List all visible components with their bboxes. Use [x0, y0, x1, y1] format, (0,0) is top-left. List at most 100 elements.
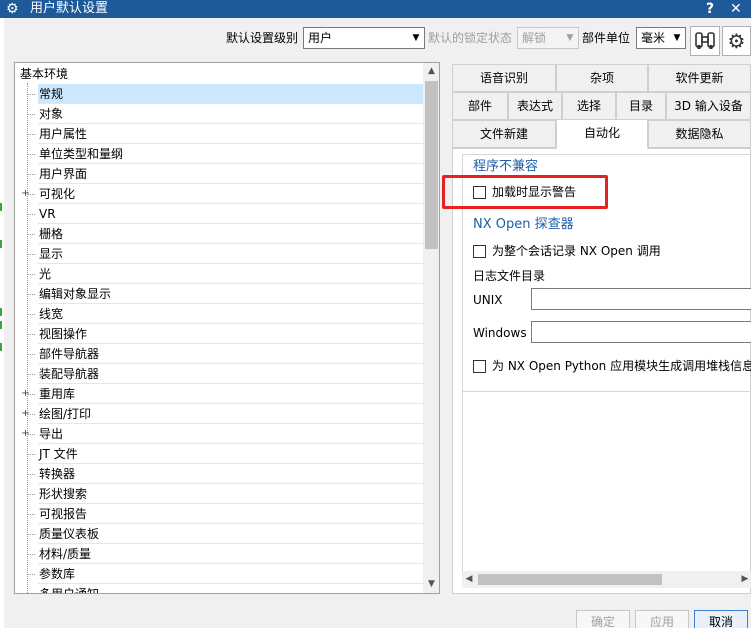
tree-item[interactable]: 用户界面 — [15, 164, 423, 184]
tree-item[interactable]: 质量仪表板 — [15, 524, 423, 544]
tree-connector — [27, 494, 35, 495]
gear-icon: ⚙ — [6, 1, 19, 17]
tab-data-privacy[interactable]: 数据隐私 — [648, 120, 751, 148]
tree-item-label: 材料/质量 — [39, 547, 92, 561]
tree-item-label: 部件导航器 — [39, 347, 100, 361]
tree-item-label: 常规 — [38, 84, 424, 103]
help-icon[interactable]: ? — [706, 0, 714, 18]
tree-item[interactable]: 栅格 — [15, 224, 423, 244]
unit-label: 部件单位 — [582, 31, 631, 45]
tree-item[interactable]: 可视报告 — [15, 504, 423, 524]
section-title-nx-open: NX Open 探查器 — [473, 217, 574, 232]
section-title-incompatibility: 程序不兼容 — [473, 159, 539, 174]
chevron-down-icon: ▼ — [412, 33, 420, 43]
tree-item[interactable]: 视图操作 — [15, 324, 423, 344]
cancel-button[interactable]: 取消 — [694, 610, 748, 628]
tree-item[interactable]: + 可视化 — [15, 184, 423, 204]
unix-path-input[interactable] — [531, 288, 751, 310]
tree-connector — [27, 154, 35, 155]
tree-root[interactable]: 基本环境 — [15, 64, 423, 84]
ok-button[interactable]: 确定 — [576, 610, 630, 628]
tree-item[interactable]: 多用户通知 — [15, 584, 423, 594]
tree-item[interactable]: + 绘图/打印 — [15, 404, 423, 424]
check-mark-icon — [0, 343, 4, 351]
tree-connector — [27, 294, 35, 295]
tab-selection[interactable]: 选择 — [562, 92, 616, 120]
tree-item-label: 参数库 — [39, 567, 76, 581]
tree-item-label: 多用户通知 — [39, 587, 100, 594]
tree-connector — [27, 414, 35, 415]
tree-item[interactable]: 编辑对象显示 — [15, 284, 423, 304]
unit-value: 毫米 — [641, 31, 666, 45]
tab-3d-input[interactable]: 3D 输入设备 — [666, 92, 751, 120]
close-icon[interactable]: ✕ — [730, 0, 742, 18]
tree-item-label: 可视化 — [39, 187, 76, 201]
automation-panel: 程序不兼容 加载时显示警告 NX Open 探查器 为整个会话记录 NX Ope… — [452, 148, 751, 594]
binoculars-icon — [695, 32, 715, 49]
unit-select[interactable]: 毫米 ▼ — [636, 27, 686, 49]
scroll-right-icon[interactable]: ▶ — [738, 571, 751, 588]
tab-part[interactable]: 部件 — [452, 92, 508, 120]
tree-item[interactable]: 形状搜索 — [15, 484, 423, 504]
tab-directory[interactable]: 目录 — [616, 92, 666, 120]
settings-scroll-area: 程序不兼容 加载时显示警告 NX Open 探查器 为整个会话记录 NX Ope… — [462, 154, 751, 574]
tree-connector — [27, 554, 35, 555]
tree-item-label: 线宽 — [39, 307, 64, 321]
tab-software-update[interactable]: 软件更新 — [648, 64, 751, 92]
scroll-thumb[interactable] — [425, 81, 438, 249]
tree-item[interactable]: 线宽 — [15, 304, 423, 324]
windows-path-input[interactable] — [531, 321, 751, 343]
tree-item[interactable]: + 导出 — [15, 424, 423, 444]
title-bar: ⚙ 用户默认设置 ? ✕ — [0, 0, 751, 18]
check-mark-icon — [0, 203, 4, 211]
tree-item[interactable]: 对象 — [15, 104, 423, 124]
scroll-left-icon[interactable]: ◀ — [462, 571, 476, 588]
tab-speech[interactable]: 语音识别 — [452, 64, 556, 92]
tab-misc[interactable]: 杂项 — [556, 64, 648, 92]
tree-item[interactable]: 光 — [15, 264, 423, 284]
tree-connector — [27, 174, 35, 175]
checkbox-box[interactable] — [473, 360, 486, 373]
tree-item-label: 光 — [39, 267, 52, 281]
tree-item[interactable]: 装配导航器 — [15, 364, 423, 384]
tree-item-label: 形状搜索 — [39, 487, 88, 501]
python-stack-checkbox[interactable]: 为 NX Open Python 应用模块生成调用堆栈信息 — [473, 358, 751, 376]
check-mark-icon — [0, 308, 4, 316]
tree-item-label: 对象 — [39, 107, 64, 121]
tab-expression[interactable]: 表达式 — [508, 92, 562, 120]
apply-button[interactable]: 应用 — [635, 610, 689, 628]
checkbox-box[interactable] — [473, 245, 486, 258]
lock-value: 解锁 — [522, 31, 547, 45]
tree-connector — [27, 574, 35, 575]
scroll-up-icon[interactable]: ▲ — [423, 63, 439, 80]
tree-item[interactable]: 显示 — [15, 244, 423, 264]
tree-item[interactable]: 部件导航器 — [15, 344, 423, 364]
tree-item[interactable]: + 重用库 — [15, 384, 423, 404]
find-button[interactable] — [690, 26, 720, 56]
tab-file-new[interactable]: 文件新建 — [452, 120, 556, 148]
scroll-thumb[interactable] — [478, 574, 662, 585]
tree-item-label: 栅格 — [39, 227, 64, 241]
tree-scrollbar[interactable]: ▲ ▼ — [423, 63, 439, 593]
category-tree[interactable]: 基本环境 常规对象用户属性 单位类型和量纲 用户界面 + 可视化 VR 栅格显示光编辑对象显… — [14, 62, 440, 594]
tab-automation[interactable]: 自动化 — [556, 119, 648, 149]
tree-connector — [27, 134, 35, 135]
record-calls-checkbox[interactable]: 为整个会话记录 NX Open 调用 — [473, 243, 751, 261]
horizontal-scrollbar[interactable]: ◀ ▶ — [462, 571, 751, 588]
tree-item[interactable]: 常规 — [15, 84, 424, 104]
windows-label: Windows — [473, 326, 527, 340]
scroll-down-icon[interactable]: ▼ — [423, 576, 439, 593]
tree-item[interactable]: 材料/质量 — [15, 544, 423, 564]
tree-connector — [27, 314, 35, 315]
lock-select: 解锁 ▼ — [517, 27, 579, 49]
level-select[interactable]: 用户 ▼ — [303, 27, 425, 49]
tree-connector — [27, 454, 35, 455]
tree-item[interactable]: 参数库 — [15, 564, 423, 584]
settings-button[interactable]: ⚙ — [722, 26, 751, 56]
tree-item[interactable]: VR — [15, 204, 423, 224]
tree-item[interactable]: 转换器 — [15, 464, 423, 484]
tree-item[interactable]: JT 文件 — [15, 444, 423, 464]
tree-item[interactable]: 用户属性 — [15, 124, 423, 144]
tree-item[interactable]: 单位类型和量纲 — [15, 144, 423, 164]
tree-item-label: 导出 — [39, 427, 64, 441]
